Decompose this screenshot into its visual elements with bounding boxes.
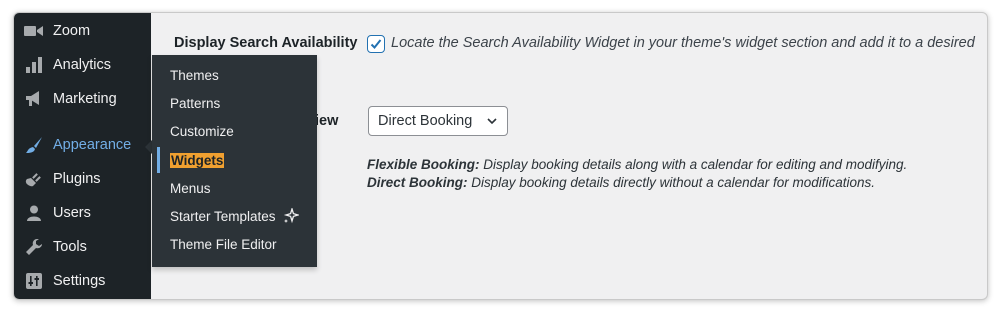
sidebar-item-label: Marketing <box>53 91 117 107</box>
search-availability-checkbox[interactable] <box>367 35 385 53</box>
sliders-icon <box>24 271 44 291</box>
submenu-item-theme-file-editor[interactable]: Theme File Editor <box>170 233 277 255</box>
submenu-item-themes[interactable]: Themes <box>170 64 219 86</box>
submenu-item-label: Theme File Editor <box>170 236 277 252</box>
sidebar-item-plugins[interactable]: Plugins <box>14 162 151 196</box>
submenu-item-label: Patterns <box>170 95 221 111</box>
plug-icon <box>24 169 44 189</box>
sparkle-icon <box>283 208 299 224</box>
flexible-help-line: Flexible Booking: Display booking detail… <box>367 156 907 174</box>
bar-chart-icon <box>24 55 44 75</box>
submenu-item-patterns[interactable]: Patterns <box>170 92 220 114</box>
sidebar-item-tools[interactable]: Tools <box>14 230 151 264</box>
booking-view-selected: Direct Booking <box>378 113 473 129</box>
submenu-item-label: Menus <box>170 180 211 196</box>
sidebar-item-label: Appearance <box>53 137 132 153</box>
booking-view-help: Flexible Booking: Display booking detail… <box>367 156 907 192</box>
paintbrush-icon <box>24 135 44 155</box>
wrench-icon <box>24 237 44 257</box>
sidebar-item-zoom[interactable]: Zoom <box>14 14 151 48</box>
submenu-item-customize[interactable]: Customize <box>170 120 234 142</box>
current-item-indicator <box>157 147 160 173</box>
submenu-item-label: Widgets <box>170 152 225 168</box>
direct-help-text: Display booking details directly without… <box>471 175 875 190</box>
search-availability-description: Locate the Search Availability Widget in… <box>391 35 975 51</box>
sidebar-item-settings[interactable]: Settings <box>14 264 151 298</box>
direct-help-title: Direct Booking: <box>367 175 468 190</box>
submenu-item-label: Themes <box>170 67 219 83</box>
direct-help-line: Direct Booking: Display booking details … <box>367 174 907 192</box>
submenu-item-label: Customize <box>170 123 234 139</box>
submenu-item-starter-templates[interactable]: Starter Templates <box>170 205 299 227</box>
search-availability-label: Display Search Availability <box>174 35 358 51</box>
submenu-item-menus[interactable]: Menus <box>170 177 211 199</box>
submenu-item-label: Starter Templates <box>170 208 276 224</box>
sidebar-item-label: Users <box>53 205 91 221</box>
submenu-item-widgets[interactable]: Widgets <box>170 149 225 171</box>
booking-view-select[interactable]: Direct Booking <box>368 106 508 136</box>
appearance-submenu: Themes Patterns Customize Widgets Menus … <box>152 55 317 267</box>
sidebar-item-label: Analytics <box>53 57 112 73</box>
video-camera-icon <box>24 21 44 41</box>
view-label: iew <box>315 113 339 129</box>
admin-sidebar: Zoom Analytics Marketing Appearance Plug… <box>14 13 151 299</box>
sidebar-item-label: Zoom <box>53 23 91 39</box>
user-icon <box>24 203 44 223</box>
checkmark-icon <box>370 39 382 49</box>
sidebar-item-label: Settings <box>53 273 106 289</box>
flexible-help-text: Display booking details along with a cal… <box>483 157 908 172</box>
sidebar-item-analytics[interactable]: Analytics <box>14 48 151 82</box>
sidebar-item-label: Tools <box>53 239 87 255</box>
admin-window: Display Search Availability Locate the S… <box>13 12 988 300</box>
sidebar-item-marketing[interactable]: Marketing <box>14 82 151 116</box>
flexible-help-title: Flexible Booking: <box>367 157 480 172</box>
sidebar-item-users[interactable]: Users <box>14 196 151 230</box>
chevron-down-icon <box>486 115 498 131</box>
sidebar-item-appearance[interactable]: Appearance <box>14 128 151 162</box>
sidebar-item-label: Plugins <box>53 171 101 187</box>
megaphone-icon <box>24 89 44 109</box>
